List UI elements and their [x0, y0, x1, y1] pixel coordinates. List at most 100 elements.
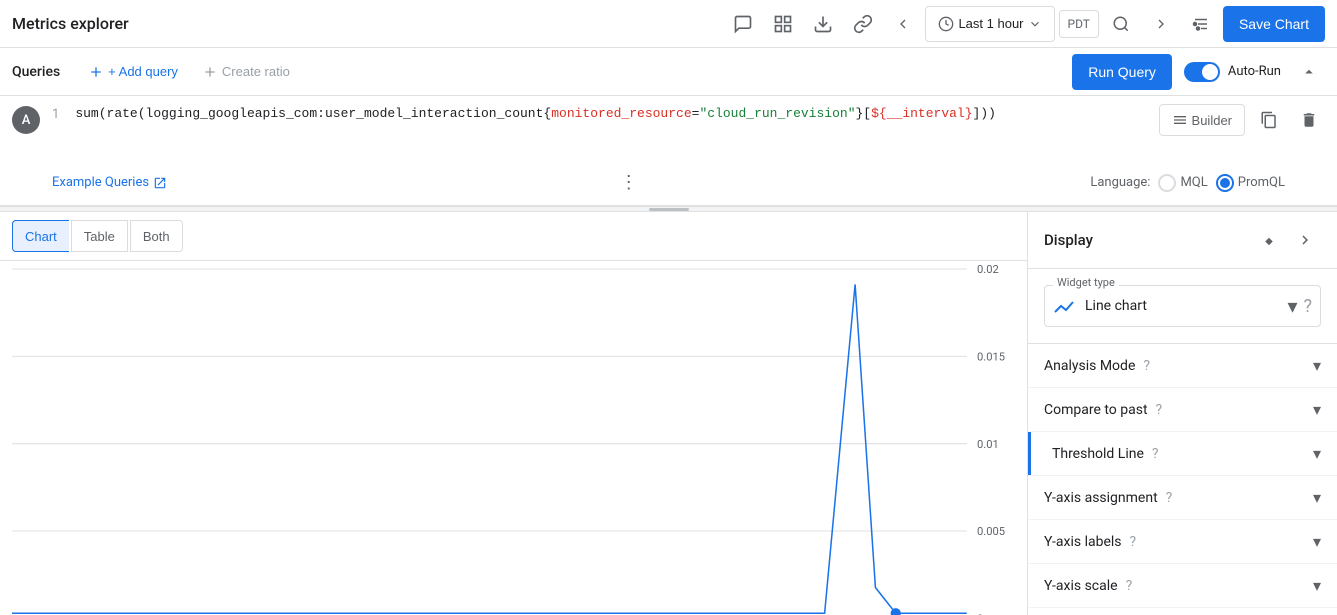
- delete-query-button[interactable]: [1293, 104, 1325, 136]
- mql-radio[interactable]: MQL: [1158, 174, 1207, 192]
- widget-type-label: Widget type: [1053, 276, 1119, 289]
- save-chart-button[interactable]: Save Chart: [1223, 6, 1325, 42]
- time-range-label: Last 1 hour: [958, 16, 1023, 31]
- promql-label: PromQL: [1238, 175, 1285, 190]
- run-query-button[interactable]: Run Query: [1072, 54, 1172, 90]
- queries-label: Queries: [12, 64, 60, 80]
- collapse-queries-button[interactable]: [1293, 56, 1325, 88]
- svg-text:0.005: 0.005: [977, 525, 1005, 538]
- y-axis-assignment-option[interactable]: Y-axis assignment ? ▾: [1028, 476, 1337, 520]
- display-title: Display: [1044, 231, 1093, 249]
- auto-run-label: Auto-Run: [1228, 64, 1281, 79]
- display-expand-btn[interactable]: [1253, 224, 1285, 256]
- promql-radio-circle: [1216, 174, 1234, 192]
- q-metric: logging_googleapis_com:user_model_intera…: [146, 106, 544, 121]
- display-collapse-btn[interactable]: [1289, 224, 1321, 256]
- chart-line: [12, 284, 967, 613]
- widget-type-row: Line chart ▾ ?: [1053, 294, 1312, 318]
- display-header: Display: [1028, 212, 1337, 269]
- tab-both[interactable]: Both: [130, 220, 183, 252]
- more-options-button[interactable]: ⋮: [620, 172, 638, 193]
- compare-to-past-label: Compare to past: [1044, 402, 1148, 418]
- y-axis-scale-chevron: ▾: [1313, 576, 1321, 595]
- add-query-label: + Add query: [108, 64, 178, 79]
- chart-svg: 0.02 0.015 0.01 0.005 0: [12, 269, 977, 615]
- create-ratio-button: Create ratio: [190, 56, 302, 88]
- threshold-indicator: [1028, 432, 1031, 475]
- example-queries-label: Example Queries: [52, 175, 149, 190]
- copy-query-button[interactable]: [1253, 104, 1285, 136]
- queries-right: Run Query Auto-Run: [1072, 54, 1325, 90]
- toggle-knob: [1202, 64, 1218, 80]
- display-panel: Display Widget type: [1027, 212, 1337, 615]
- y-axis-labels-chevron: ▾: [1313, 532, 1321, 551]
- search-icon-btn[interactable]: [1103, 6, 1139, 42]
- main-content: Chart Table Both 0.02 0.015 0.01 0.005 0: [0, 212, 1337, 615]
- builder-label: Builder: [1192, 113, 1232, 128]
- time-prev-btn[interactable]: [885, 6, 921, 42]
- analysis-mode-chevron: ▾: [1313, 356, 1321, 375]
- widget-help-icon[interactable]: ?: [1303, 296, 1312, 317]
- compare-to-past-option[interactable]: Compare to past ? ▾: [1028, 388, 1337, 432]
- mql-radio-circle: [1158, 174, 1176, 192]
- tab-chart[interactable]: Chart: [12, 220, 69, 252]
- y-axis-labels-help-icon[interactable]: ?: [1130, 534, 1137, 550]
- time-range-btn[interactable]: Last 1 hour: [925, 6, 1054, 42]
- comment-icon-btn[interactable]: [725, 6, 761, 42]
- analysis-mode-help-icon[interactable]: ?: [1143, 358, 1150, 374]
- widget-dropdown-arrow[interactable]: ▾: [1287, 294, 1297, 318]
- display-header-actions: [1253, 224, 1321, 256]
- language-toggle: Language: MQL PromQL: [1090, 174, 1285, 192]
- y-axis-labels-option[interactable]: Y-axis labels ? ▾: [1028, 520, 1337, 564]
- q-label-val: "cloud_run_revision": [699, 106, 855, 121]
- top-bar-actions: Last 1 hour PDT Save Chart: [725, 6, 1325, 42]
- builder-button[interactable]: Builder: [1159, 104, 1245, 136]
- query-footer: Example Queries ⋮ Language: MQL PromQL: [0, 168, 1337, 197]
- y-axis-assignment-help-icon[interactable]: ?: [1166, 490, 1173, 506]
- auto-run-switch[interactable]: [1184, 62, 1220, 82]
- auto-run-toggle: Auto-Run: [1184, 62, 1281, 82]
- mql-label: MQL: [1180, 175, 1207, 190]
- compare-to-past-help-icon[interactable]: ?: [1156, 402, 1163, 418]
- threshold-line-chevron: ▾: [1313, 444, 1321, 463]
- threshold-line-help-icon[interactable]: ?: [1152, 446, 1159, 462]
- download-icon-btn[interactable]: [805, 6, 841, 42]
- threshold-line-option[interactable]: Threshold Line ? ▾: [1028, 432, 1337, 476]
- add-widget-icon-btn[interactable]: [765, 6, 801, 42]
- builder-tools: Builder: [1159, 104, 1325, 136]
- analysis-mode-option[interactable]: Analysis Mode ? ▾: [1028, 344, 1337, 388]
- y-axis-labels-label: Y-axis labels: [1044, 534, 1122, 550]
- svg-text:0.02: 0.02: [977, 263, 999, 276]
- tab-table[interactable]: Table: [71, 220, 128, 252]
- share-link-icon-btn[interactable]: [845, 6, 881, 42]
- example-queries-link[interactable]: Example Queries: [52, 175, 167, 190]
- timezone-badge: PDT: [1059, 10, 1099, 38]
- query-editor: A 1 sum(rate(logging_googleapis_com:user…: [0, 96, 1337, 206]
- top-bar: Metrics explorer: [0, 0, 1337, 48]
- display-options-list: Analysis Mode ? ▾ Compare to past ? ▾ Th…: [1028, 344, 1337, 608]
- y-axis-scale-option[interactable]: Y-axis scale ? ▾: [1028, 564, 1337, 608]
- language-label: Language:: [1090, 175, 1150, 190]
- time-next-btn[interactable]: [1143, 6, 1179, 42]
- y-axis-assignment-label: Y-axis assignment: [1044, 490, 1158, 506]
- y-axis-scale-help-icon[interactable]: ?: [1126, 578, 1133, 594]
- widget-value: Line chart: [1085, 298, 1147, 314]
- query-text[interactable]: sum(rate(logging_googleapis_com:user_mod…: [75, 104, 1325, 124]
- analysis-mode-label: Analysis Mode: [1044, 358, 1135, 374]
- y-axis-scale-label: Y-axis scale: [1044, 578, 1118, 594]
- compare-to-past-chevron: ▾: [1313, 400, 1321, 419]
- drag-handle: [649, 208, 689, 211]
- queries-bar: Queries + Add query Create ratio Run Que…: [0, 48, 1337, 96]
- settings-icon-btn[interactable]: [1183, 6, 1219, 42]
- q-func-sum: sum(rate(: [75, 106, 145, 121]
- chart-container: 0.02 0.015 0.01 0.005 0 UTC-7 10:30 AM 1…: [0, 261, 1027, 615]
- app-title: Metrics explorer: [12, 14, 129, 33]
- add-query-button[interactable]: + Add query: [76, 56, 190, 88]
- promql-radio-dot: [1220, 178, 1230, 188]
- line-chart-icon: [1053, 294, 1077, 318]
- svg-text:0.015: 0.015: [977, 350, 1005, 363]
- promql-radio[interactable]: PromQL: [1216, 174, 1285, 192]
- y-axis-assignment-chevron: ▾: [1313, 488, 1321, 507]
- chart-tabs: Chart Table Both: [0, 212, 1027, 261]
- q-label-key: monitored_resource: [551, 106, 691, 121]
